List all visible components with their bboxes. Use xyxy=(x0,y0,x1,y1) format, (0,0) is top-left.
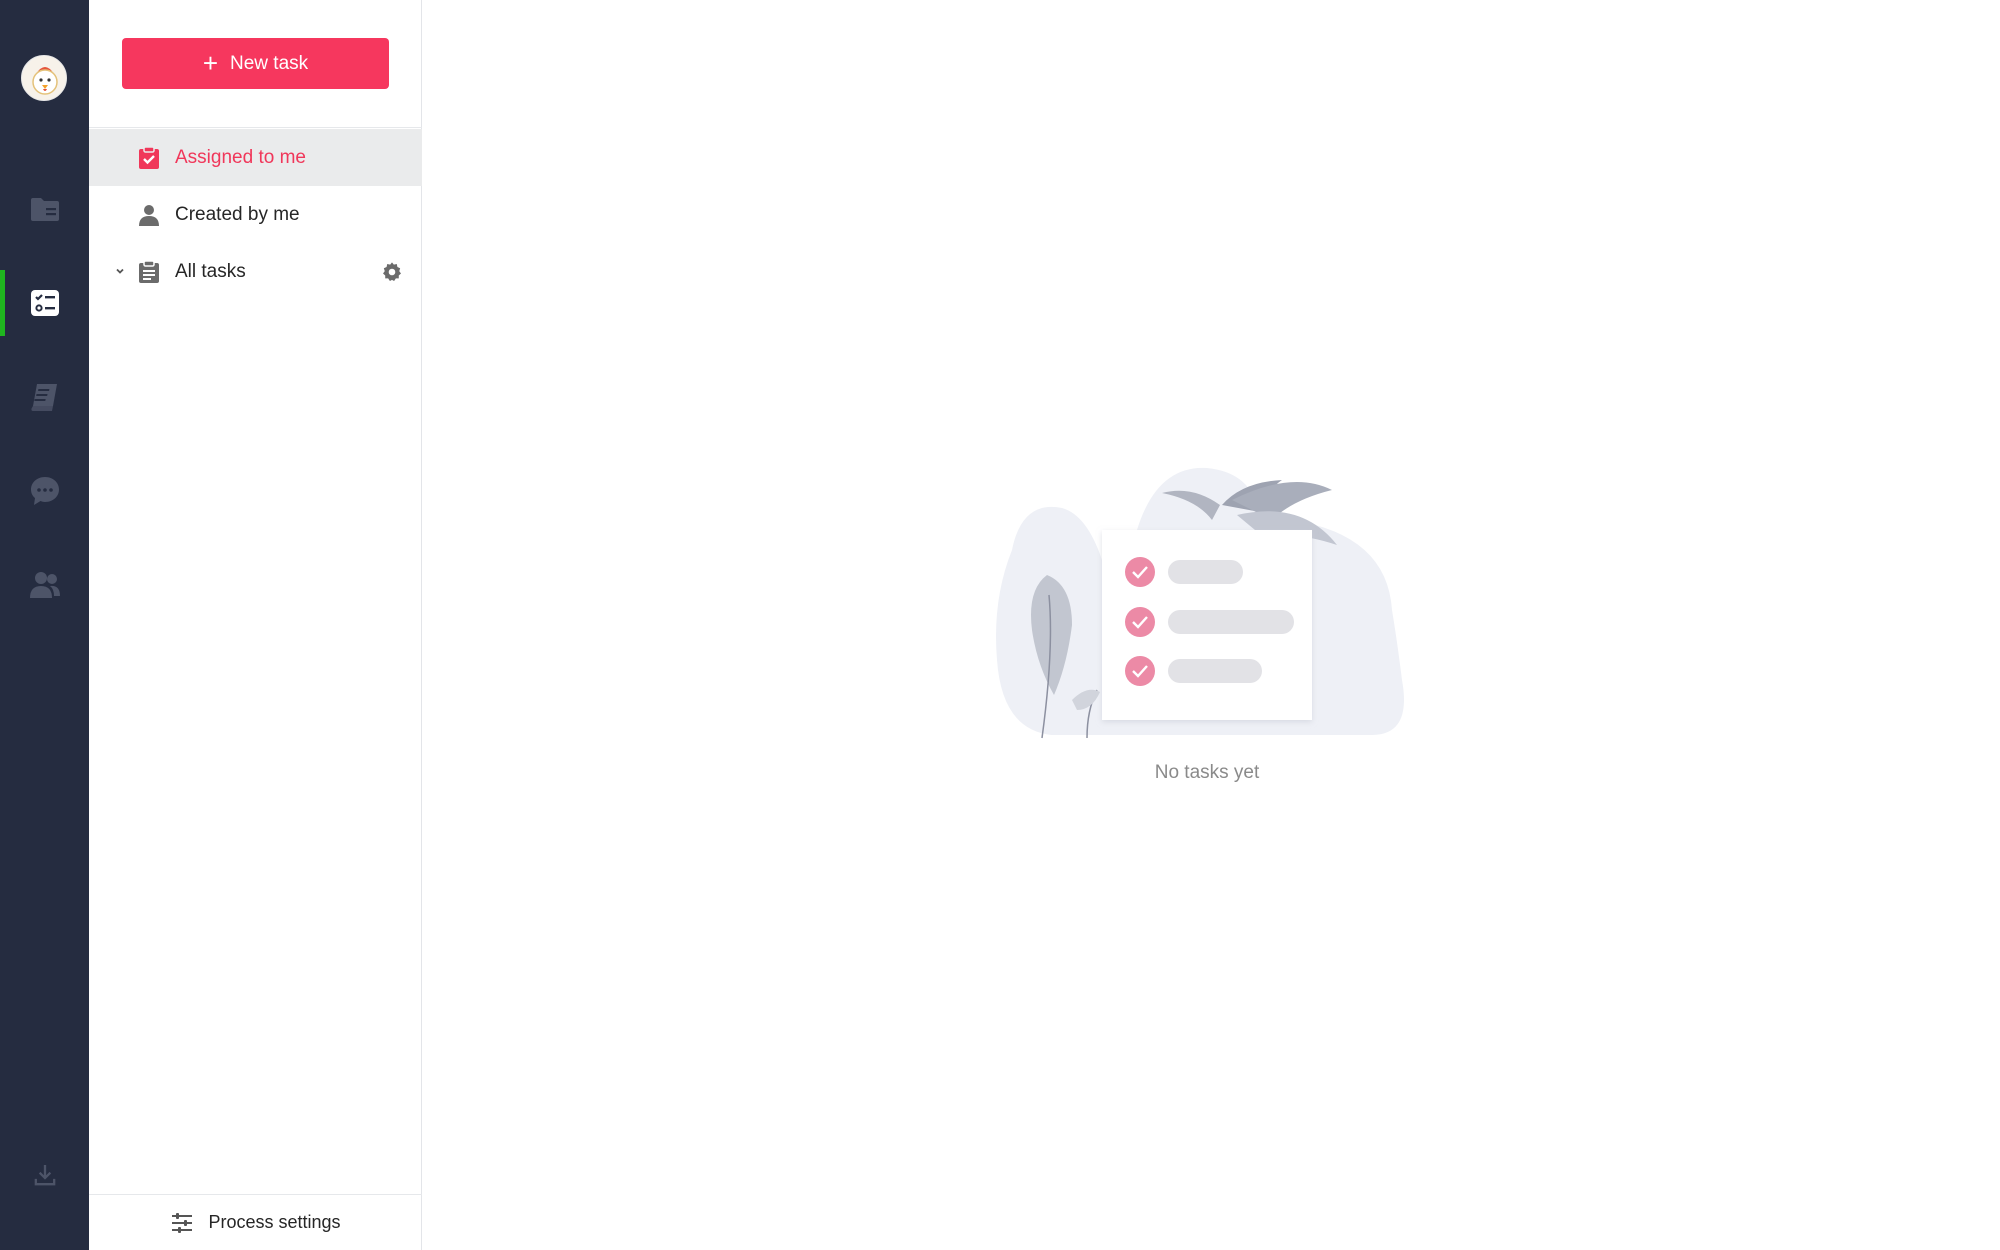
gear-icon[interactable] xyxy=(381,261,403,283)
book-icon xyxy=(30,384,57,411)
empty-state-message: No tasks yet xyxy=(1154,762,1260,783)
sidebar-item-label: All tasks xyxy=(175,260,246,282)
task-sidebar: + New task Assigned to me Created by me xyxy=(89,0,422,1250)
sidebar-item-created-by-me[interactable]: Created by me xyxy=(89,186,422,243)
check-row xyxy=(1125,607,1294,637)
check-row xyxy=(1125,656,1262,686)
sliders-icon xyxy=(172,1212,193,1233)
clipboard-list-icon xyxy=(139,259,159,283)
avatar[interactable] xyxy=(21,55,67,101)
rail-notebook-button[interactable] xyxy=(0,364,89,430)
rail-team-button[interactable] xyxy=(0,552,89,618)
process-settings-button[interactable]: Process settings xyxy=(89,1194,422,1250)
empty-state: No tasks yet xyxy=(992,460,1422,790)
main-content: No tasks yet xyxy=(422,0,2000,1250)
clipboard-check-icon xyxy=(139,145,159,169)
folder-icon xyxy=(30,198,59,221)
new-task-button[interactable]: + New task xyxy=(122,38,389,89)
sidebar-item-all-tasks[interactable]: All tasks xyxy=(89,243,422,300)
sidebar-item-label: Created by me xyxy=(175,203,300,225)
chicken-avatar-icon xyxy=(22,56,66,100)
rail-chat-button[interactable] xyxy=(0,458,89,524)
download-icon xyxy=(34,1165,55,1186)
chevron-down-icon[interactable] xyxy=(114,265,126,277)
rail-files-button[interactable] xyxy=(0,176,89,242)
left-rail xyxy=(0,0,89,1250)
rail-download-button[interactable] xyxy=(0,1142,89,1208)
chat-icon xyxy=(30,477,59,505)
new-task-label: New task xyxy=(230,52,309,74)
user-icon xyxy=(139,204,159,226)
rail-tasks-button[interactable] xyxy=(0,270,89,336)
plus-icon: + xyxy=(202,47,219,78)
process-settings-label: Process settings xyxy=(208,1212,341,1232)
team-icon xyxy=(29,572,60,598)
tasks-icon xyxy=(30,290,59,316)
sidebar-item-assigned-to-me[interactable]: Assigned to me xyxy=(89,129,422,186)
sidebar-item-label: Assigned to me xyxy=(175,146,306,168)
check-row xyxy=(1125,557,1243,587)
app-window: + New task Assigned to me Created by me xyxy=(0,0,2000,1250)
empty-tasks-illustration xyxy=(996,467,1404,739)
divider xyxy=(89,127,422,128)
